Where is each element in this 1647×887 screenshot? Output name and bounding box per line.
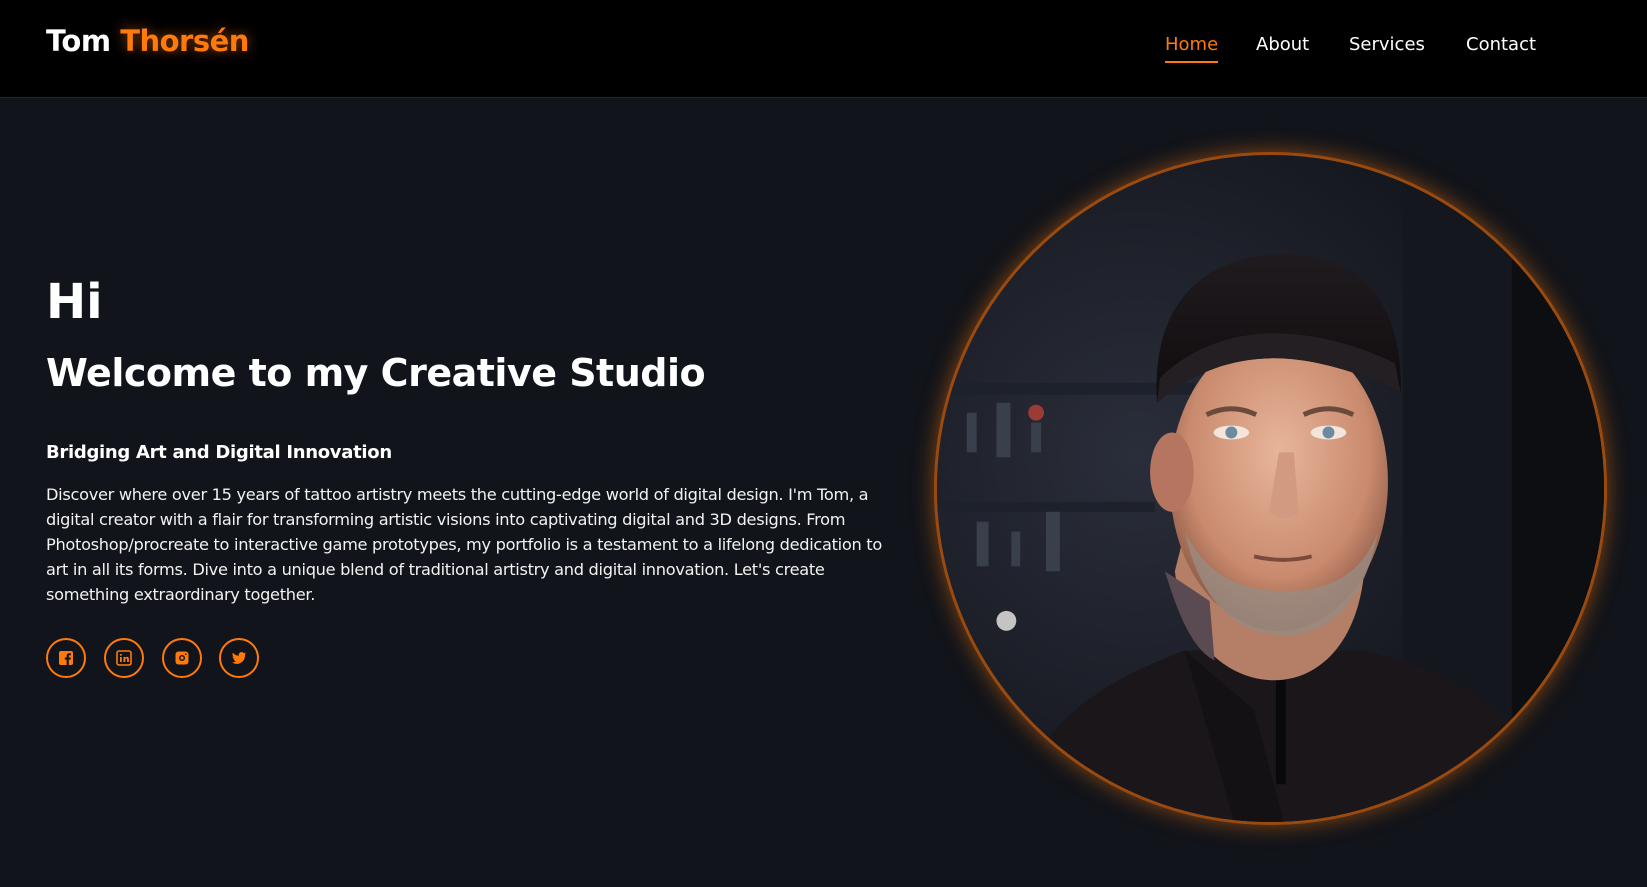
nav-services[interactable]: Services <box>1349 33 1425 57</box>
logo-last-name: Thorsén <box>120 24 249 58</box>
site-logo[interactable]: Tom Thorsén <box>46 24 249 58</box>
facebook-link[interactable] <box>46 638 86 678</box>
nav-contact[interactable]: Contact <box>1466 33 1536 57</box>
linkedin-icon <box>116 650 132 666</box>
logo-first-name: Tom <box>46 24 111 58</box>
linkedin-link[interactable] <box>104 638 144 678</box>
nav-about[interactable]: About <box>1256 33 1309 57</box>
tagline: Bridging Art and Digital Innovation <box>46 442 392 463</box>
portrait-photo <box>937 155 1604 822</box>
nav-home[interactable]: Home <box>1165 33 1219 63</box>
instagram-link[interactable] <box>162 638 202 678</box>
twitter-icon <box>231 650 247 666</box>
site-header: Tom Thorsén Home About Services Contact <box>0 0 1647 98</box>
greeting: Hi <box>46 274 103 330</box>
profile-portrait <box>934 152 1607 825</box>
intro-paragraph: Discover where over 15 years of tattoo a… <box>46 485 882 604</box>
instagram-icon <box>174 650 190 666</box>
twitter-link[interactable] <box>219 638 259 678</box>
facebook-icon <box>58 650 74 666</box>
headline: Welcome to my Creative Studio <box>46 351 706 395</box>
